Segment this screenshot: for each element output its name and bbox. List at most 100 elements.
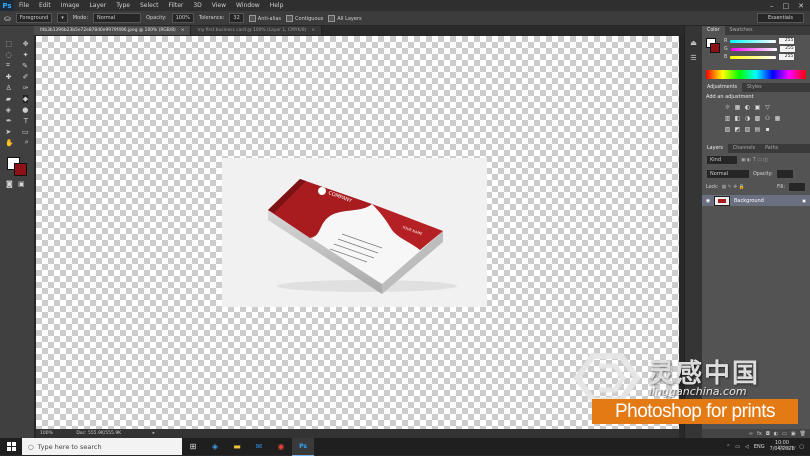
edge-browser-icon[interactable]: ◈ (204, 438, 226, 455)
properties-panel-icon[interactable]: ☰ (688, 53, 699, 64)
color-bg-swatch[interactable] (710, 43, 720, 53)
levels-icon[interactable]: ▦ (734, 104, 741, 111)
hand-tool-icon[interactable]: ✋ (5, 139, 14, 147)
blur-tool-icon[interactable]: ◈ (6, 106, 11, 114)
fx-icon[interactable]: fx (757, 431, 762, 437)
curves-icon[interactable]: ◐ (744, 104, 751, 111)
chrome-icon[interactable]: ◉ (270, 438, 292, 455)
menu-filter[interactable]: Filter (164, 0, 189, 11)
menu-view[interactable]: View (207, 0, 231, 11)
background-color-swatch[interactable] (14, 163, 27, 176)
close-icon[interactable]: × (311, 28, 315, 33)
menu-window[interactable]: Window (231, 0, 265, 11)
blend-mode-select[interactable]: Normal (706, 169, 750, 179)
exposure-icon[interactable]: ▣ (754, 104, 761, 111)
tab-paths[interactable]: Paths (760, 144, 783, 153)
menu-edit[interactable]: Edit (34, 0, 56, 11)
layer-opacity-input[interactable] (775, 169, 794, 179)
layer-row-background[interactable]: ◉ Background ▣ (702, 195, 810, 206)
magic-wand-tool-icon[interactable]: ✦ (23, 51, 29, 59)
close-icon[interactable]: × (181, 28, 185, 33)
tab-swatches[interactable]: Swatches (725, 26, 758, 35)
tab-layers[interactable]: Layers (702, 144, 728, 153)
mail-icon[interactable]: ✉ (248, 438, 270, 455)
b-value-input[interactable]: 255 (779, 54, 795, 60)
menu-select[interactable]: Select (135, 0, 164, 11)
channel-mixer-icon[interactable]: ⚇ (764, 115, 771, 122)
move-tool-icon[interactable]: ✥ (23, 40, 29, 48)
crop-tool-icon[interactable]: ⌗ (6, 61, 10, 70)
posterize-icon[interactable]: ◩ (734, 126, 741, 133)
eraser-tool-icon[interactable]: ▰ (6, 95, 11, 103)
history-panel-icon[interactable]: ⏏ (688, 38, 699, 49)
start-button[interactable] (0, 438, 22, 455)
paint-bucket-tool-icon[interactable]: ◆ (22, 94, 29, 103)
visibility-eye-icon[interactable]: ◉ (702, 198, 714, 204)
maximize-button[interactable]: □ (783, 2, 790, 10)
all-layers-checkbox[interactable]: All Layers (328, 14, 362, 22)
tab-document-1[interactable]: f4b3b1396b23b5e72e878d0e9979f496.jpeg @ … (34, 26, 192, 35)
dodge-tool-icon[interactable]: ● (22, 106, 28, 114)
tolerance-input[interactable]: 32 (229, 13, 244, 23)
network-icon[interactable]: ▭ (735, 444, 740, 450)
chevron-up-icon[interactable]: ⌃ (726, 444, 730, 450)
volume-icon[interactable]: ◁ (745, 444, 749, 450)
tab-adjustments[interactable]: Adjustments (702, 83, 743, 92)
mask-icon[interactable]: ◘ (766, 431, 770, 437)
eyedropper-tool-icon[interactable]: ✎ (22, 62, 28, 70)
path-selection-tool-icon[interactable]: ➤ (5, 128, 11, 136)
shape-tool-icon[interactable]: ▭ (22, 128, 29, 136)
mode-select[interactable]: Normal (93, 13, 142, 23)
clone-stamp-tool-icon[interactable]: ♙ (5, 84, 11, 92)
threshold-icon[interactable]: ▧ (744, 126, 751, 133)
tab-color[interactable]: Color (702, 26, 725, 35)
fill-source-select[interactable]: Foreground (15, 13, 53, 23)
photoshop-taskbar-icon[interactable]: Ps (292, 437, 314, 456)
r-value-input[interactable]: 255 (779, 38, 795, 44)
minimize-button[interactable]: – (770, 2, 774, 10)
tab-document-2[interactable]: my first business card @ 100% (Layer 1, … (191, 26, 323, 35)
paint-bucket-icon[interactable]: ⛀ (4, 14, 11, 23)
lasso-tool-icon[interactable]: ◌ (6, 51, 12, 59)
menu-file[interactable]: File (14, 0, 34, 11)
task-view-icon[interactable]: ⊞ (182, 438, 204, 455)
screen-mode-icon[interactable]: ▣ (18, 180, 25, 188)
vibrance-icon[interactable]: ▽ (764, 104, 771, 111)
type-tool-icon[interactable]: T (24, 117, 28, 125)
close-button[interactable]: ✕ (798, 2, 804, 10)
history-brush-tool-icon[interactable]: ✑ (23, 84, 29, 92)
pen-tool-icon[interactable]: ✒ (6, 117, 12, 125)
group-icon[interactable]: ▭ (782, 431, 787, 437)
selective-color-icon[interactable]: ▪ (764, 126, 771, 133)
menu-layer[interactable]: Layer (84, 0, 111, 11)
zoom-level[interactable]: 100% (40, 431, 53, 436)
notification-icon[interactable]: ▢ (799, 444, 804, 450)
status-arrow-icon[interactable]: ▸ (153, 431, 155, 436)
input-language[interactable]: ENG (754, 444, 765, 450)
menu-help[interactable]: Help (265, 0, 289, 11)
zoom-tool-icon[interactable]: ⌕ (25, 138, 29, 147)
file-explorer-icon[interactable]: ▬ (226, 438, 248, 455)
photo-filter-icon[interactable]: ▩ (754, 115, 761, 122)
menu-3d[interactable]: 3D (188, 0, 206, 11)
color-balance-icon[interactable]: ◧ (734, 115, 741, 122)
anti-alias-checkbox[interactable]: Anti-alias (248, 14, 281, 22)
layer-filter-select[interactable]: Kind (706, 155, 738, 165)
black-white-icon[interactable]: ◑ (744, 115, 751, 122)
brightness-icon[interactable]: ☼ (724, 104, 731, 111)
pattern-select[interactable]: ▾ (57, 13, 68, 23)
healing-brush-tool-icon[interactable]: ✚ (6, 73, 12, 81)
quick-mask-icon[interactable]: ◙ (6, 180, 13, 188)
taskbar-search-input[interactable]: ○ Type here to search (22, 438, 182, 455)
contiguous-checkbox[interactable]: Contiguous (286, 14, 323, 22)
layer-name[interactable]: Background (734, 198, 764, 204)
menu-image[interactable]: Image (56, 0, 85, 11)
trash-icon[interactable]: 🗑 (800, 431, 806, 437)
adjustment-layer-icon[interactable]: ◐ (774, 431, 778, 437)
g-value-input[interactable]: 255 (779, 46, 795, 52)
brush-tool-icon[interactable]: ✐ (23, 73, 29, 81)
opacity-input[interactable]: 100% (171, 13, 194, 23)
link-layers-icon[interactable]: ∞ (749, 431, 753, 437)
color-spectrum[interactable] (706, 70, 806, 79)
workspace-select[interactable]: Essentials (756, 13, 804, 23)
